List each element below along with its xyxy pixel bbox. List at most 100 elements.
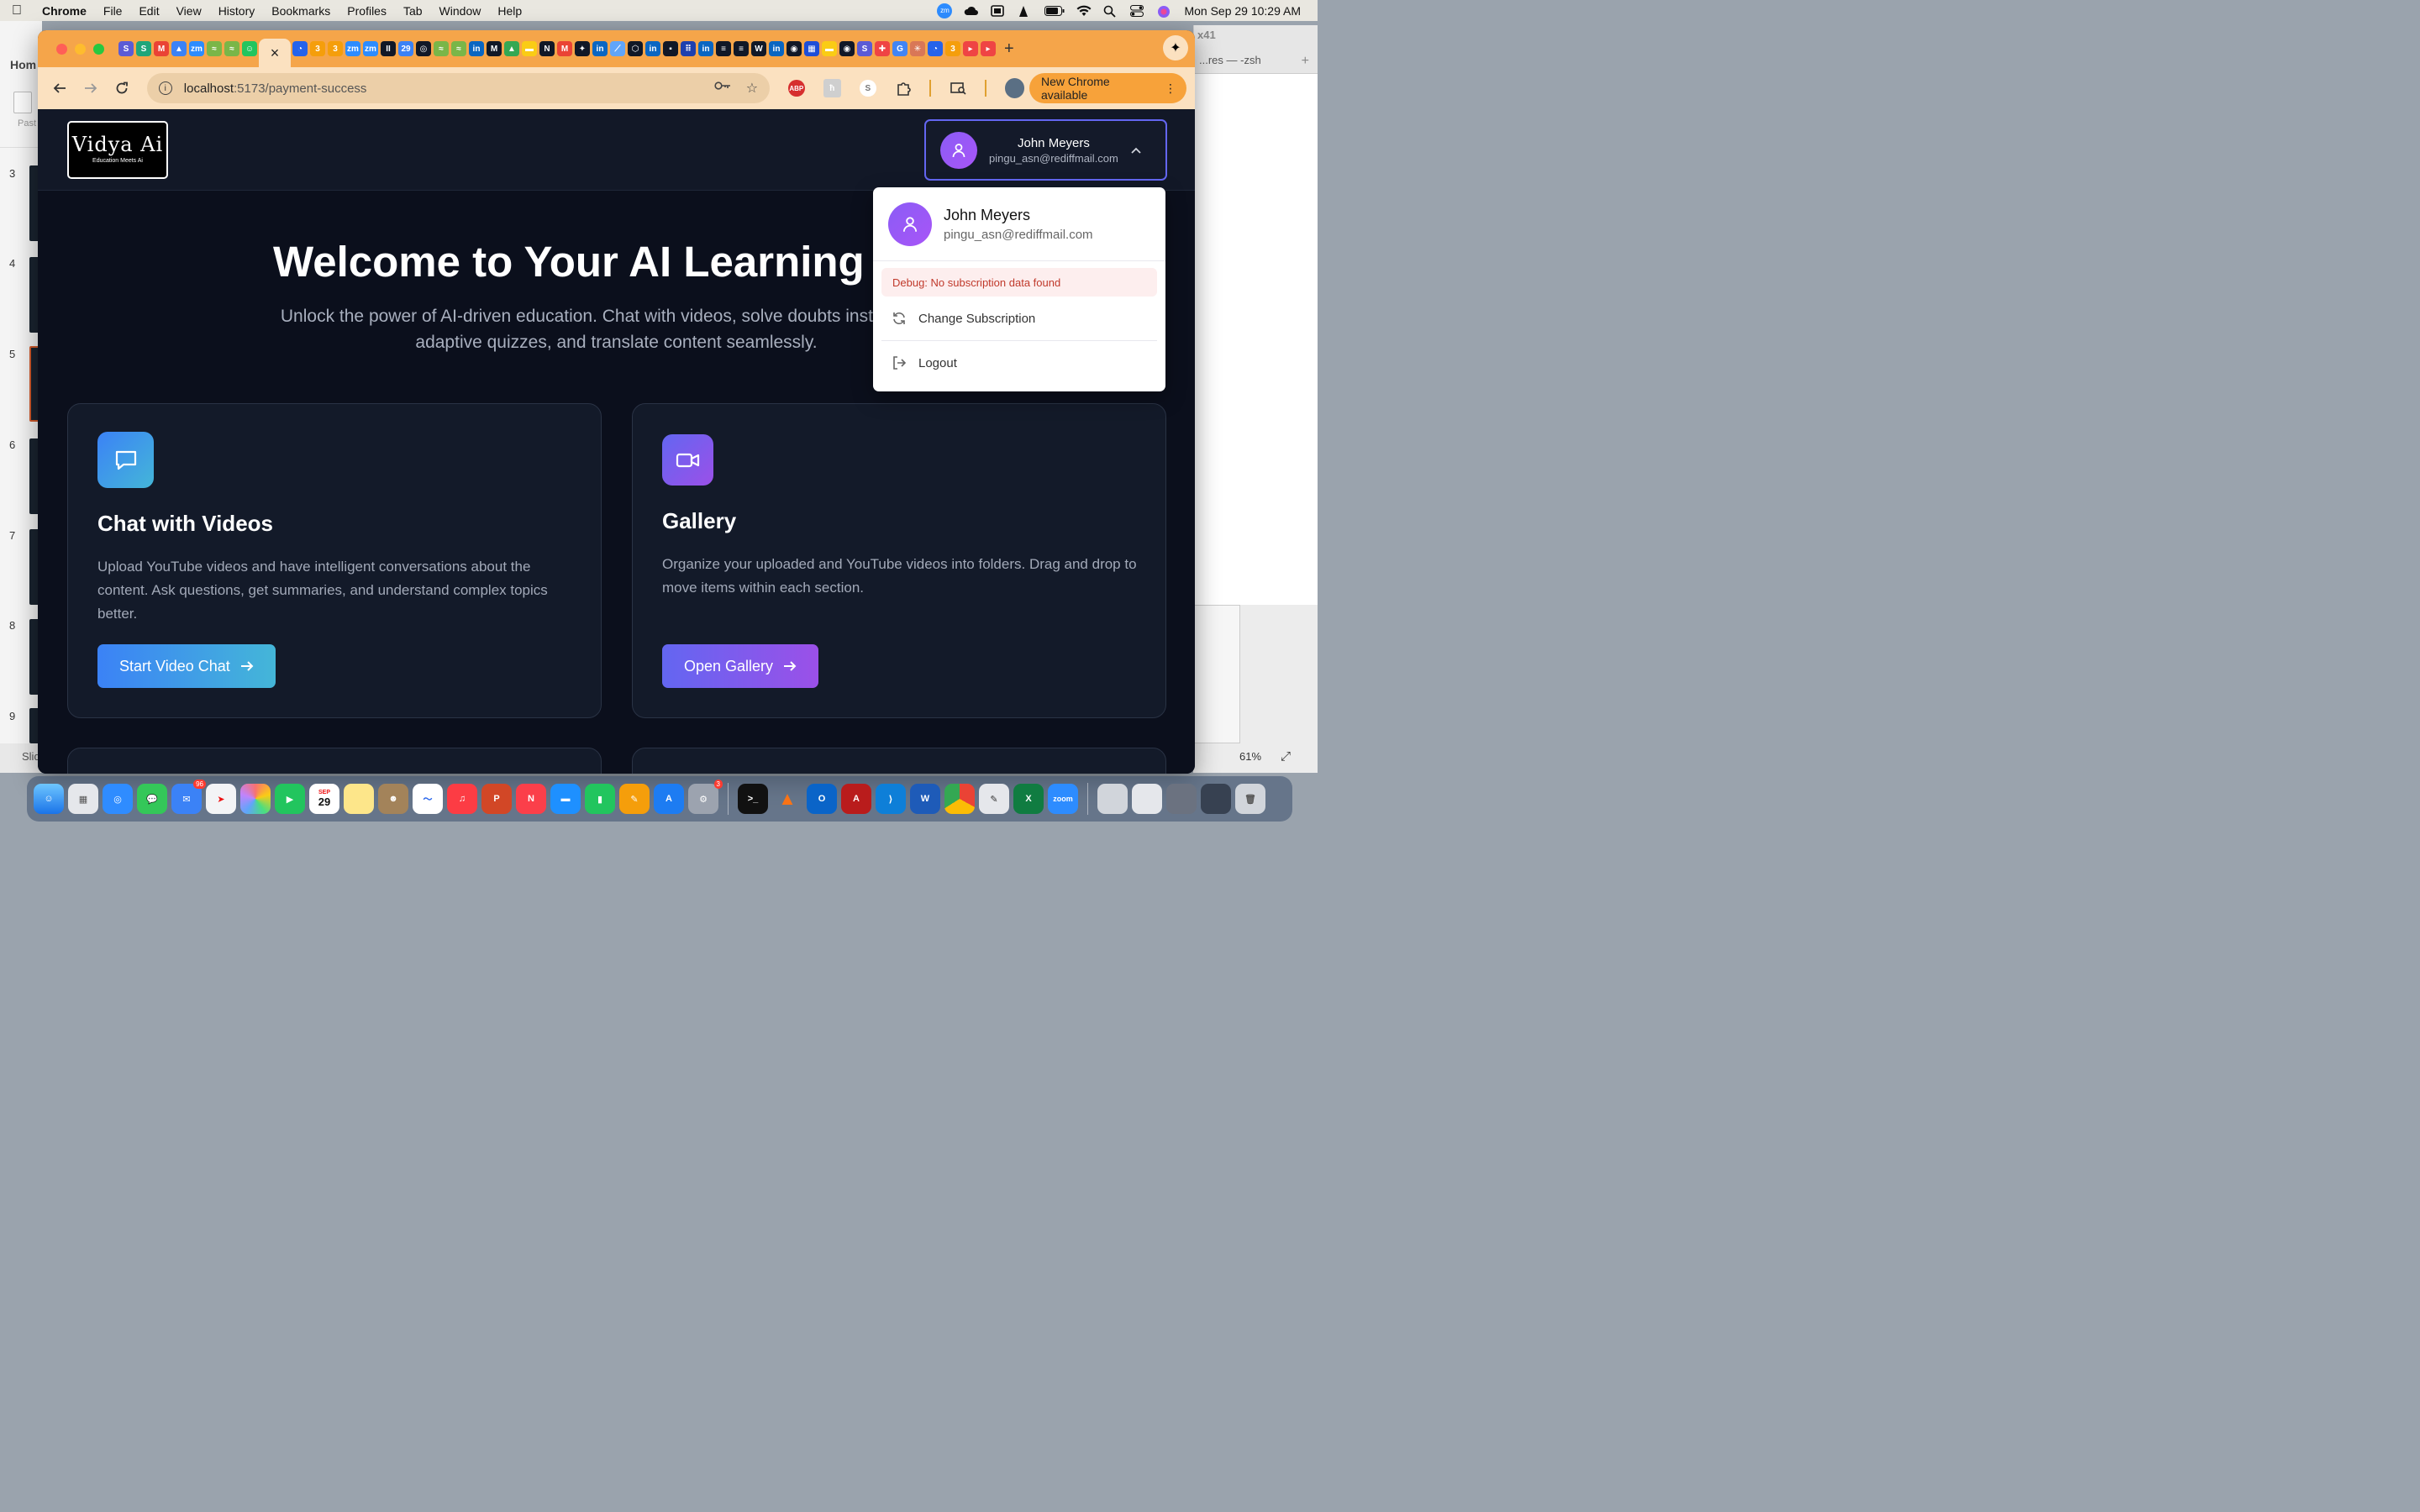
browser-tab-favicon[interactable]: ◎	[416, 41, 431, 56]
tab-search-icon[interactable]	[950, 79, 968, 97]
app-store-icon[interactable]: A	[654, 784, 684, 814]
browser-tab-favicon[interactable]: ◉	[786, 41, 802, 56]
browser-tab-favicon[interactable]: ≡	[734, 41, 749, 56]
zoom-app-icon[interactable]: zoom	[1048, 784, 1078, 814]
browser-tab-favicon[interactable]: ≈	[207, 41, 222, 56]
downloads-stack-icon[interactable]	[1132, 784, 1162, 814]
spotlight-search-icon[interactable]	[1103, 5, 1118, 18]
launchpad-icon[interactable]: ▦	[68, 784, 98, 814]
browser-tab-favicon[interactable]: N	[539, 41, 555, 56]
excel-icon[interactable]: X	[1013, 784, 1044, 814]
browser-tab-favicon[interactable]: ▦	[804, 41, 819, 56]
menu-window[interactable]: Window	[431, 4, 490, 18]
browser-tab-favicon[interactable]: S	[118, 41, 134, 56]
gemini-icon[interactable]: ✦	[1163, 35, 1188, 60]
textedit-icon[interactable]: ✎	[979, 784, 1009, 814]
browser-tab-favicon[interactable]: zm	[363, 41, 378, 56]
browser-tab-favicon[interactable]: ▲	[504, 41, 519, 56]
browser-tab-favicon[interactable]: II	[381, 41, 396, 56]
minimize-window-icon[interactable]	[75, 43, 86, 55]
browser-tab-favicon[interactable]: ▸	[963, 41, 978, 56]
browser-tab-favicon[interactable]: ⠿	[681, 41, 696, 56]
browser-tab-favicon[interactable]: G	[892, 41, 908, 56]
menu-file[interactable]: File	[95, 4, 131, 18]
terminal-icon[interactable]: >_	[738, 784, 768, 814]
menu-view[interactable]: View	[168, 4, 210, 18]
facetime-icon[interactable]: ▶	[275, 784, 305, 814]
menu-profiles[interactable]: Profiles	[339, 4, 395, 18]
browser-tab-favicon[interactable]: ▬	[822, 41, 837, 56]
browser-tab-favicon[interactable]: ✳	[910, 41, 925, 56]
screenshots-stack-icon[interactable]	[1166, 784, 1197, 814]
browser-tab-favicon[interactable]: ≈	[451, 41, 466, 56]
battery-icon[interactable]	[1044, 5, 1065, 17]
display-icon[interactable]	[991, 4, 1006, 17]
start-video-chat-button[interactable]: Start Video Chat	[97, 644, 276, 688]
terminal-tab[interactable]: ...res — -zsh	[1199, 54, 1261, 66]
outlook-icon[interactable]: O	[807, 784, 837, 814]
menu-help[interactable]: Help	[489, 4, 530, 18]
browser-tab-favicon[interactable]: M	[557, 41, 572, 56]
chrome-icon[interactable]	[944, 784, 975, 814]
messages-icon[interactable]: 💬	[137, 784, 167, 814]
browser-tab-favicon[interactable]: in	[592, 41, 608, 56]
adblock-icon[interactable]: ABP	[788, 80, 805, 97]
browser-tab-favicon[interactable]: M	[154, 41, 169, 56]
menu-bookmarks[interactable]: Bookmarks	[263, 4, 339, 18]
finder-icon[interactable]: ☺	[34, 784, 64, 814]
close-window-icon[interactable]	[56, 43, 67, 55]
mail-icon[interactable]: ✉ 96	[171, 780, 206, 814]
open-gallery-button[interactable]: Open Gallery	[662, 644, 819, 688]
back-button[interactable]	[46, 75, 72, 102]
browser-tab-favicon[interactable]: in	[769, 41, 784, 56]
browser-tab-favicon[interactable]: 3	[945, 41, 960, 56]
fit-screen-icon[interactable]: ⤢	[1281, 749, 1291, 764]
recent-window-icon[interactable]	[1201, 784, 1231, 814]
vlc-icon[interactable]: ▲	[772, 784, 802, 814]
browser-tab-favicon[interactable]: M	[487, 41, 502, 56]
extensions-puzzle-icon[interactable]	[895, 79, 913, 97]
address-bar[interactable]: i localhost:5173/payment-success ☆	[146, 73, 771, 103]
browser-tab-favicon[interactable]: ✦	[575, 41, 590, 56]
more-menu-icon[interactable]: ⋮	[1165, 81, 1176, 96]
browser-tab-favicon[interactable]: 3	[328, 41, 343, 56]
browser-tab-favicon[interactable]: in	[469, 41, 484, 56]
contacts-icon[interactable]: ☻	[378, 784, 408, 814]
site-info-icon[interactable]: i	[158, 81, 172, 95]
active-tab[interactable]: ×	[259, 39, 291, 67]
new-chrome-available-button[interactable]: New Chrome available ⋮	[1028, 73, 1187, 103]
menu-edit[interactable]: Edit	[130, 4, 167, 18]
notes-icon[interactable]	[344, 784, 374, 814]
menu-app-name[interactable]: Chrome	[34, 4, 95, 18]
browser-tab-favicon[interactable]: S	[857, 41, 872, 56]
pages-icon[interactable]: ✎	[619, 784, 650, 814]
browser-tab-favicon[interactable]: ✚	[875, 41, 890, 56]
siri-icon[interactable]	[1157, 5, 1172, 18]
forward-button[interactable]	[77, 75, 103, 102]
browser-tab-favicon[interactable]: ▲	[171, 41, 187, 56]
document-stack-icon[interactable]	[1097, 784, 1128, 814]
photos-icon[interactable]	[240, 784, 271, 814]
reload-button[interactable]	[109, 75, 135, 102]
maps-icon[interactable]: ➤	[206, 784, 236, 814]
browser-tab-favicon[interactable]: in	[698, 41, 713, 56]
safari-icon[interactable]: ◎	[103, 784, 133, 814]
new-tab-button[interactable]: +	[1004, 39, 1014, 59]
vidya-ai-logo[interactable]: Vidya Ai Education Meets Ai	[67, 121, 168, 179]
browser-tab-favicon[interactable]: S	[136, 41, 151, 56]
logout-item[interactable]: Logout	[873, 341, 1165, 385]
menu-history[interactable]: History	[210, 4, 264, 18]
extension-s-icon[interactable]: S	[860, 80, 876, 97]
browser-tab-favicon[interactable]: ⟋	[610, 41, 625, 56]
music-icon[interactable]: ♫	[447, 784, 477, 814]
browser-tab-favicon[interactable]: ≡	[716, 41, 731, 56]
apple-menu-icon[interactable]: 	[0, 3, 34, 18]
profile-avatar[interactable]	[1004, 78, 1024, 98]
vlc-menubar-icon[interactable]	[1018, 5, 1033, 17]
browser-tab-favicon[interactable]: 29	[398, 41, 413, 56]
browser-tab-favicon[interactable]: zm	[189, 41, 204, 56]
news-icon[interactable]: N	[516, 784, 546, 814]
acrobat-icon[interactable]: A	[841, 784, 871, 814]
browser-tab-favicon[interactable]: W	[751, 41, 766, 56]
browser-tab-favicon[interactable]: zm	[345, 41, 360, 56]
